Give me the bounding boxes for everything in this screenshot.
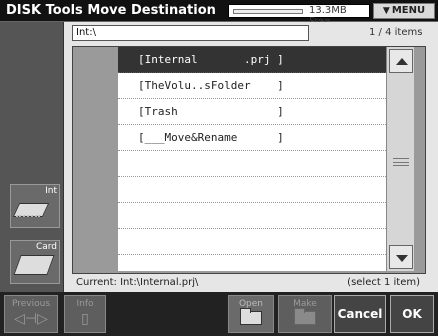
screen: DISK Tools Move Destination 13.3MB Free … xyxy=(0,0,438,336)
list-item[interactable]: [Internal .prj ] xyxy=(118,47,386,73)
scrollbar[interactable] xyxy=(386,47,414,271)
list-item-empty xyxy=(118,203,386,229)
previous-button[interactable]: Previous ◁⊣▷ xyxy=(4,295,58,333)
path-field[interactable]: Int:\ xyxy=(72,25,309,41)
scroll-down-button[interactable] xyxy=(389,245,413,269)
list-item-label: [Trash ] xyxy=(138,105,284,118)
list-item-empty xyxy=(118,177,386,203)
ok-button[interactable]: OK xyxy=(390,295,434,333)
item-count: 1 / 4 items xyxy=(369,27,423,38)
list-item-label: [Internal .prj ] xyxy=(138,53,284,66)
info-icon: ▯ xyxy=(81,311,89,327)
menu-triangle-icon: ▼ xyxy=(382,6,390,16)
status-line: Current: Int:\Internal.prj\ (select 1 it… xyxy=(72,277,426,291)
scroll-up-button[interactable] xyxy=(389,49,413,73)
function-bar: Previous ◁⊣▷ Info ▯ Open Make Cancel OK xyxy=(0,292,438,336)
sidebar: Int Card xyxy=(0,22,64,292)
card-drive-button[interactable]: Card xyxy=(10,240,60,284)
internal-drive-button[interactable]: Int xyxy=(10,184,60,228)
title-bar: DISK Tools Move Destination 13.3MB Free … xyxy=(0,0,438,27)
internal-drive-label: Int xyxy=(45,186,57,196)
memory-chip-icon xyxy=(12,203,50,217)
menu-label: MENU xyxy=(391,5,426,16)
open-label: Open xyxy=(238,299,264,309)
arrow-down-icon xyxy=(396,255,408,262)
list-item-empty xyxy=(118,229,386,255)
open-button[interactable]: Open xyxy=(228,295,274,333)
memory-bar-track xyxy=(233,9,303,14)
list-item[interactable]: [___Move&Rename ] xyxy=(118,125,386,151)
info-button[interactable]: Info ▯ xyxy=(64,295,106,333)
open-folder-icon xyxy=(240,308,262,325)
window-title: DISK Tools Move Destination xyxy=(6,3,216,18)
list-item[interactable]: [Trash ] xyxy=(118,99,386,125)
menu-button[interactable]: ▼ MENU xyxy=(373,3,435,19)
list-item-label: [___Move&Rename ] xyxy=(138,131,284,144)
previous-arrow-icon: ◁⊣▷ xyxy=(14,311,48,327)
previous-label: Previous xyxy=(11,299,51,309)
memory-card-icon xyxy=(13,255,55,275)
new-folder-icon xyxy=(294,308,316,325)
cancel-button[interactable]: Cancel xyxy=(334,295,386,333)
list-item[interactable]: [TheVolu..sFolder ] xyxy=(118,73,386,99)
file-list: [Internal .prj ] [TheVolu..sFolder ] [Tr… xyxy=(118,47,386,271)
list-item-empty xyxy=(118,151,386,177)
memory-indicator: 13.3MB Free xyxy=(228,4,370,27)
info-label: Info xyxy=(76,299,94,309)
main-pane: Int:\ 1 / 4 items [Internal .prj ] [TheV… xyxy=(64,22,438,292)
make-folder-label: Make xyxy=(293,299,317,309)
arrow-up-icon xyxy=(396,58,408,65)
current-path: Current: Int:\Internal.prj\ xyxy=(76,277,199,288)
list-item-label: [TheVolu..sFolder ] xyxy=(138,79,284,92)
card-drive-label: Card xyxy=(35,242,57,252)
selection-hint: (select 1 item) xyxy=(347,277,420,288)
make-folder-button[interactable]: Make xyxy=(278,295,332,333)
scroll-thumb[interactable] xyxy=(393,158,409,166)
